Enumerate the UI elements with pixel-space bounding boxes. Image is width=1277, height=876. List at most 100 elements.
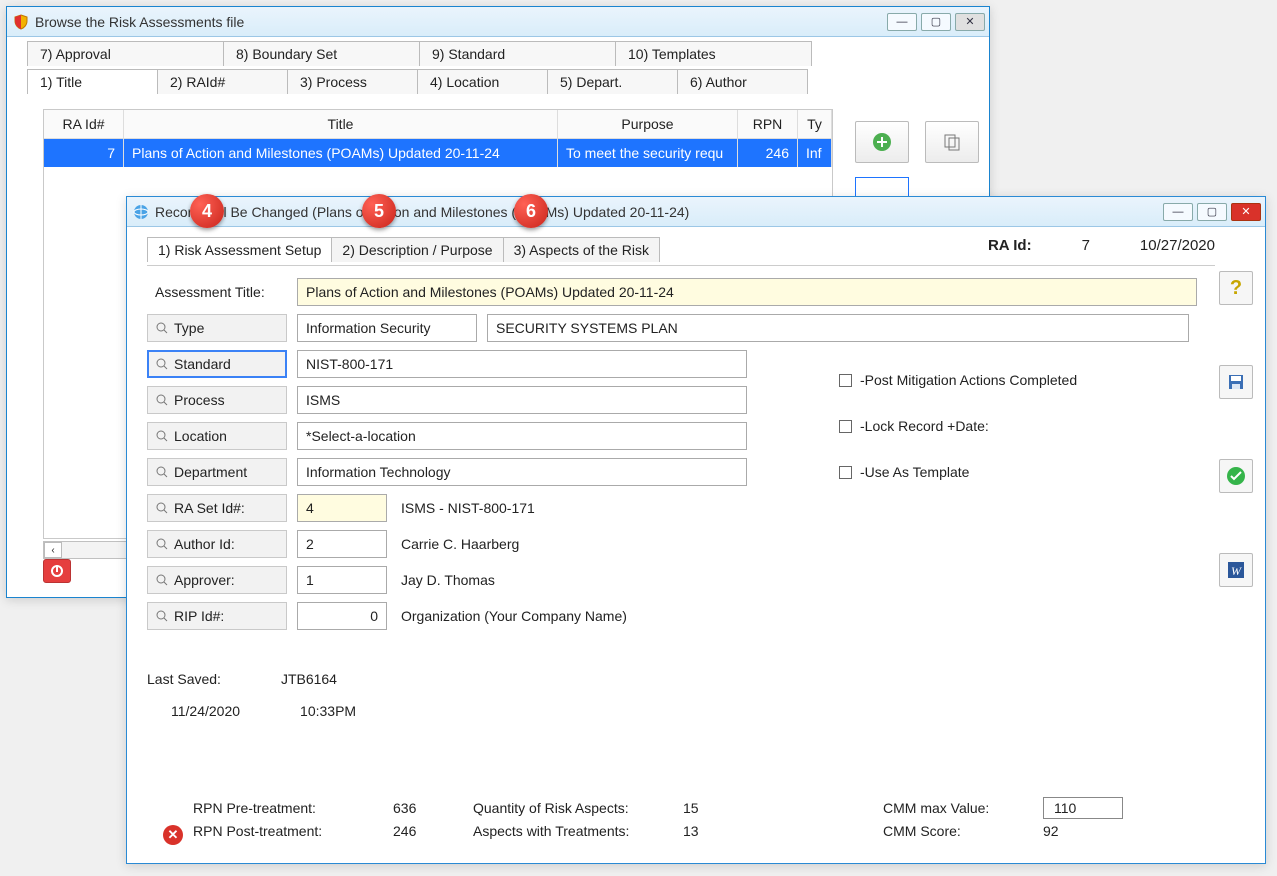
cmm-max-label: CMM max Value: (883, 800, 1043, 816)
tab-raid[interactable]: 2) RAId# (157, 69, 288, 94)
author-lookup[interactable]: Author Id: (147, 530, 287, 558)
col-rpn-header[interactable]: RPN (738, 110, 798, 139)
tab-author[interactable]: 6) Author (677, 69, 808, 94)
col-title-header[interactable]: Title (124, 110, 558, 139)
maximize-button[interactable]: ▢ (921, 13, 951, 31)
assessment-title-label: Assessment Title: (147, 278, 287, 306)
footer-stats: ✕ RPN Pre-treatment: 636 Quantity of Ris… (147, 795, 1245, 851)
callout-5: 5 (362, 194, 396, 228)
type-secondary-input[interactable]: SECURITY SYSTEMS PLAN (487, 314, 1189, 342)
search-icon (156, 502, 168, 514)
assessment-title-input[interactable]: Plans of Action and Milestones (POAMs) U… (297, 278, 1197, 306)
close-button[interactable]: ✕ (1231, 203, 1261, 221)
qty-aspects-value: 15 (683, 800, 763, 816)
approver-lookup[interactable]: Approver: (147, 566, 287, 594)
raset-input[interactable]: 4 (297, 494, 387, 522)
tab-location[interactable]: 4) Location (417, 69, 548, 94)
search-icon (156, 430, 168, 442)
save-button[interactable] (1219, 365, 1253, 399)
copy-button[interactable] (925, 121, 979, 163)
cell-purpose: To meet the security requ (558, 139, 738, 167)
col-id-header[interactable]: RA Id# (44, 110, 124, 139)
error-badge-icon: ✕ (163, 825, 183, 845)
cell-id: 7 (44, 139, 124, 167)
tab-templates[interactable]: 10) Templates (615, 41, 812, 66)
maximize-button[interactable]: ▢ (1197, 203, 1227, 221)
browse-titlebar[interactable]: Browse the Risk Assessments file — ▢ ✕ (7, 7, 989, 37)
checkbox-icon (839, 466, 852, 479)
approver-name: Jay D. Thomas (401, 572, 495, 588)
department-input[interactable]: Information Technology (297, 458, 747, 486)
process-lookup[interactable]: Process (147, 386, 287, 414)
department-lookup[interactable]: Department (147, 458, 287, 486)
rip-input[interactable]: 0 (297, 602, 387, 630)
last-saved-time: 10:33PM (300, 703, 356, 719)
record-tabs: 1) Risk Assessment Setup 2) Description … (147, 237, 659, 262)
rpn-post-label: RPN Post-treatment: (193, 823, 393, 839)
search-icon (156, 394, 168, 406)
search-icon (156, 610, 168, 622)
cmm-max-value[interactable]: 110 (1043, 797, 1123, 819)
ra-date: 10/27/2020 (1140, 237, 1215, 254)
tab-depart[interactable]: 5) Depart. (547, 69, 678, 94)
search-icon (156, 574, 168, 586)
add-button[interactable] (855, 121, 909, 163)
ra-info: RA Id: 7 10/27/2020 (988, 237, 1215, 254)
minimize-button[interactable]: — (887, 13, 917, 31)
callout-6: 6 (514, 194, 548, 228)
checkbox-icon (839, 374, 852, 387)
scroll-left-icon[interactable]: ‹ (44, 542, 62, 558)
rpn-pre-label: RPN Pre-treatment: (193, 800, 393, 816)
tab-title[interactable]: 1) Title (27, 69, 158, 94)
location-input[interactable]: *Select-a-location (297, 422, 747, 450)
tab-standard-top[interactable]: 9) Standard (419, 41, 616, 66)
tab-setup[interactable]: 1) Risk Assessment Setup (147, 237, 332, 262)
grid-row[interactable]: 7 Plans of Action and Milestones (POAMs)… (44, 139, 832, 167)
grid-header: RA Id# Title Purpose RPN Ty (44, 110, 832, 139)
ok-button[interactable] (1219, 459, 1253, 493)
checkbox-icon (839, 420, 852, 433)
tab-aspects[interactable]: 3) Aspects of the Risk (503, 237, 660, 262)
search-icon (156, 538, 168, 550)
svg-text:W: W (1231, 564, 1242, 578)
type-lookup[interactable]: Type (147, 314, 287, 342)
last-saved-label: Last Saved: (147, 671, 221, 687)
shield-icon (13, 14, 29, 30)
last-saved-user: JTB6164 (281, 671, 337, 687)
check-use-template[interactable]: -Use As Template (839, 464, 1077, 480)
close-button[interactable]: ✕ (955, 13, 985, 31)
record-title: Record Will Be Changed (Plans of Action … (155, 204, 1163, 220)
power-button[interactable] (43, 559, 71, 583)
cell-rpn: 246 (738, 139, 798, 167)
tab-process[interactable]: 3) Process (287, 69, 418, 94)
tab-approval[interactable]: 7) Approval (27, 41, 224, 66)
help-button[interactable]: ? (1219, 271, 1253, 305)
col-purpose-header[interactable]: Purpose (558, 110, 738, 139)
process-input[interactable]: ISMS (297, 386, 747, 414)
rip-lookup[interactable]: RIP Id#: (147, 602, 287, 630)
location-lookup[interactable]: Location (147, 422, 287, 450)
col-ty-header[interactable]: Ty (798, 110, 832, 139)
author-name: Carrie C. Haarberg (401, 536, 519, 552)
raset-lookup[interactable]: RA Set Id#: (147, 494, 287, 522)
approver-input[interactable]: 1 (297, 566, 387, 594)
callout-4: 4 (190, 194, 224, 228)
globe-icon (133, 204, 149, 220)
minimize-button[interactable]: — (1163, 203, 1193, 221)
standard-input[interactable]: NIST-800-171 (297, 350, 747, 378)
word-export-button[interactable]: W (1219, 553, 1253, 587)
author-input[interactable]: 2 (297, 530, 387, 558)
search-icon (156, 358, 168, 370)
check-lock-record[interactable]: -Lock Record +Date: (839, 418, 1077, 434)
treated-value: 13 (683, 823, 763, 839)
ra-id-value: 7 (1082, 237, 1090, 254)
check-post-mitigation[interactable]: -Post Mitigation Actions Completed (839, 372, 1077, 388)
tab-description[interactable]: 2) Description / Purpose (331, 237, 503, 262)
tab-boundary-set[interactable]: 8) Boundary Set (223, 41, 420, 66)
last-saved-date: 11/24/2020 (171, 703, 240, 719)
type-input[interactable]: Information Security (297, 314, 477, 342)
cell-title: Plans of Action and Milestones (POAMs) U… (124, 139, 558, 167)
record-titlebar[interactable]: Record Will Be Changed (Plans of Action … (127, 197, 1265, 227)
standard-lookup[interactable]: Standard (147, 350, 287, 378)
rpn-pre-value: 636 (393, 800, 473, 816)
